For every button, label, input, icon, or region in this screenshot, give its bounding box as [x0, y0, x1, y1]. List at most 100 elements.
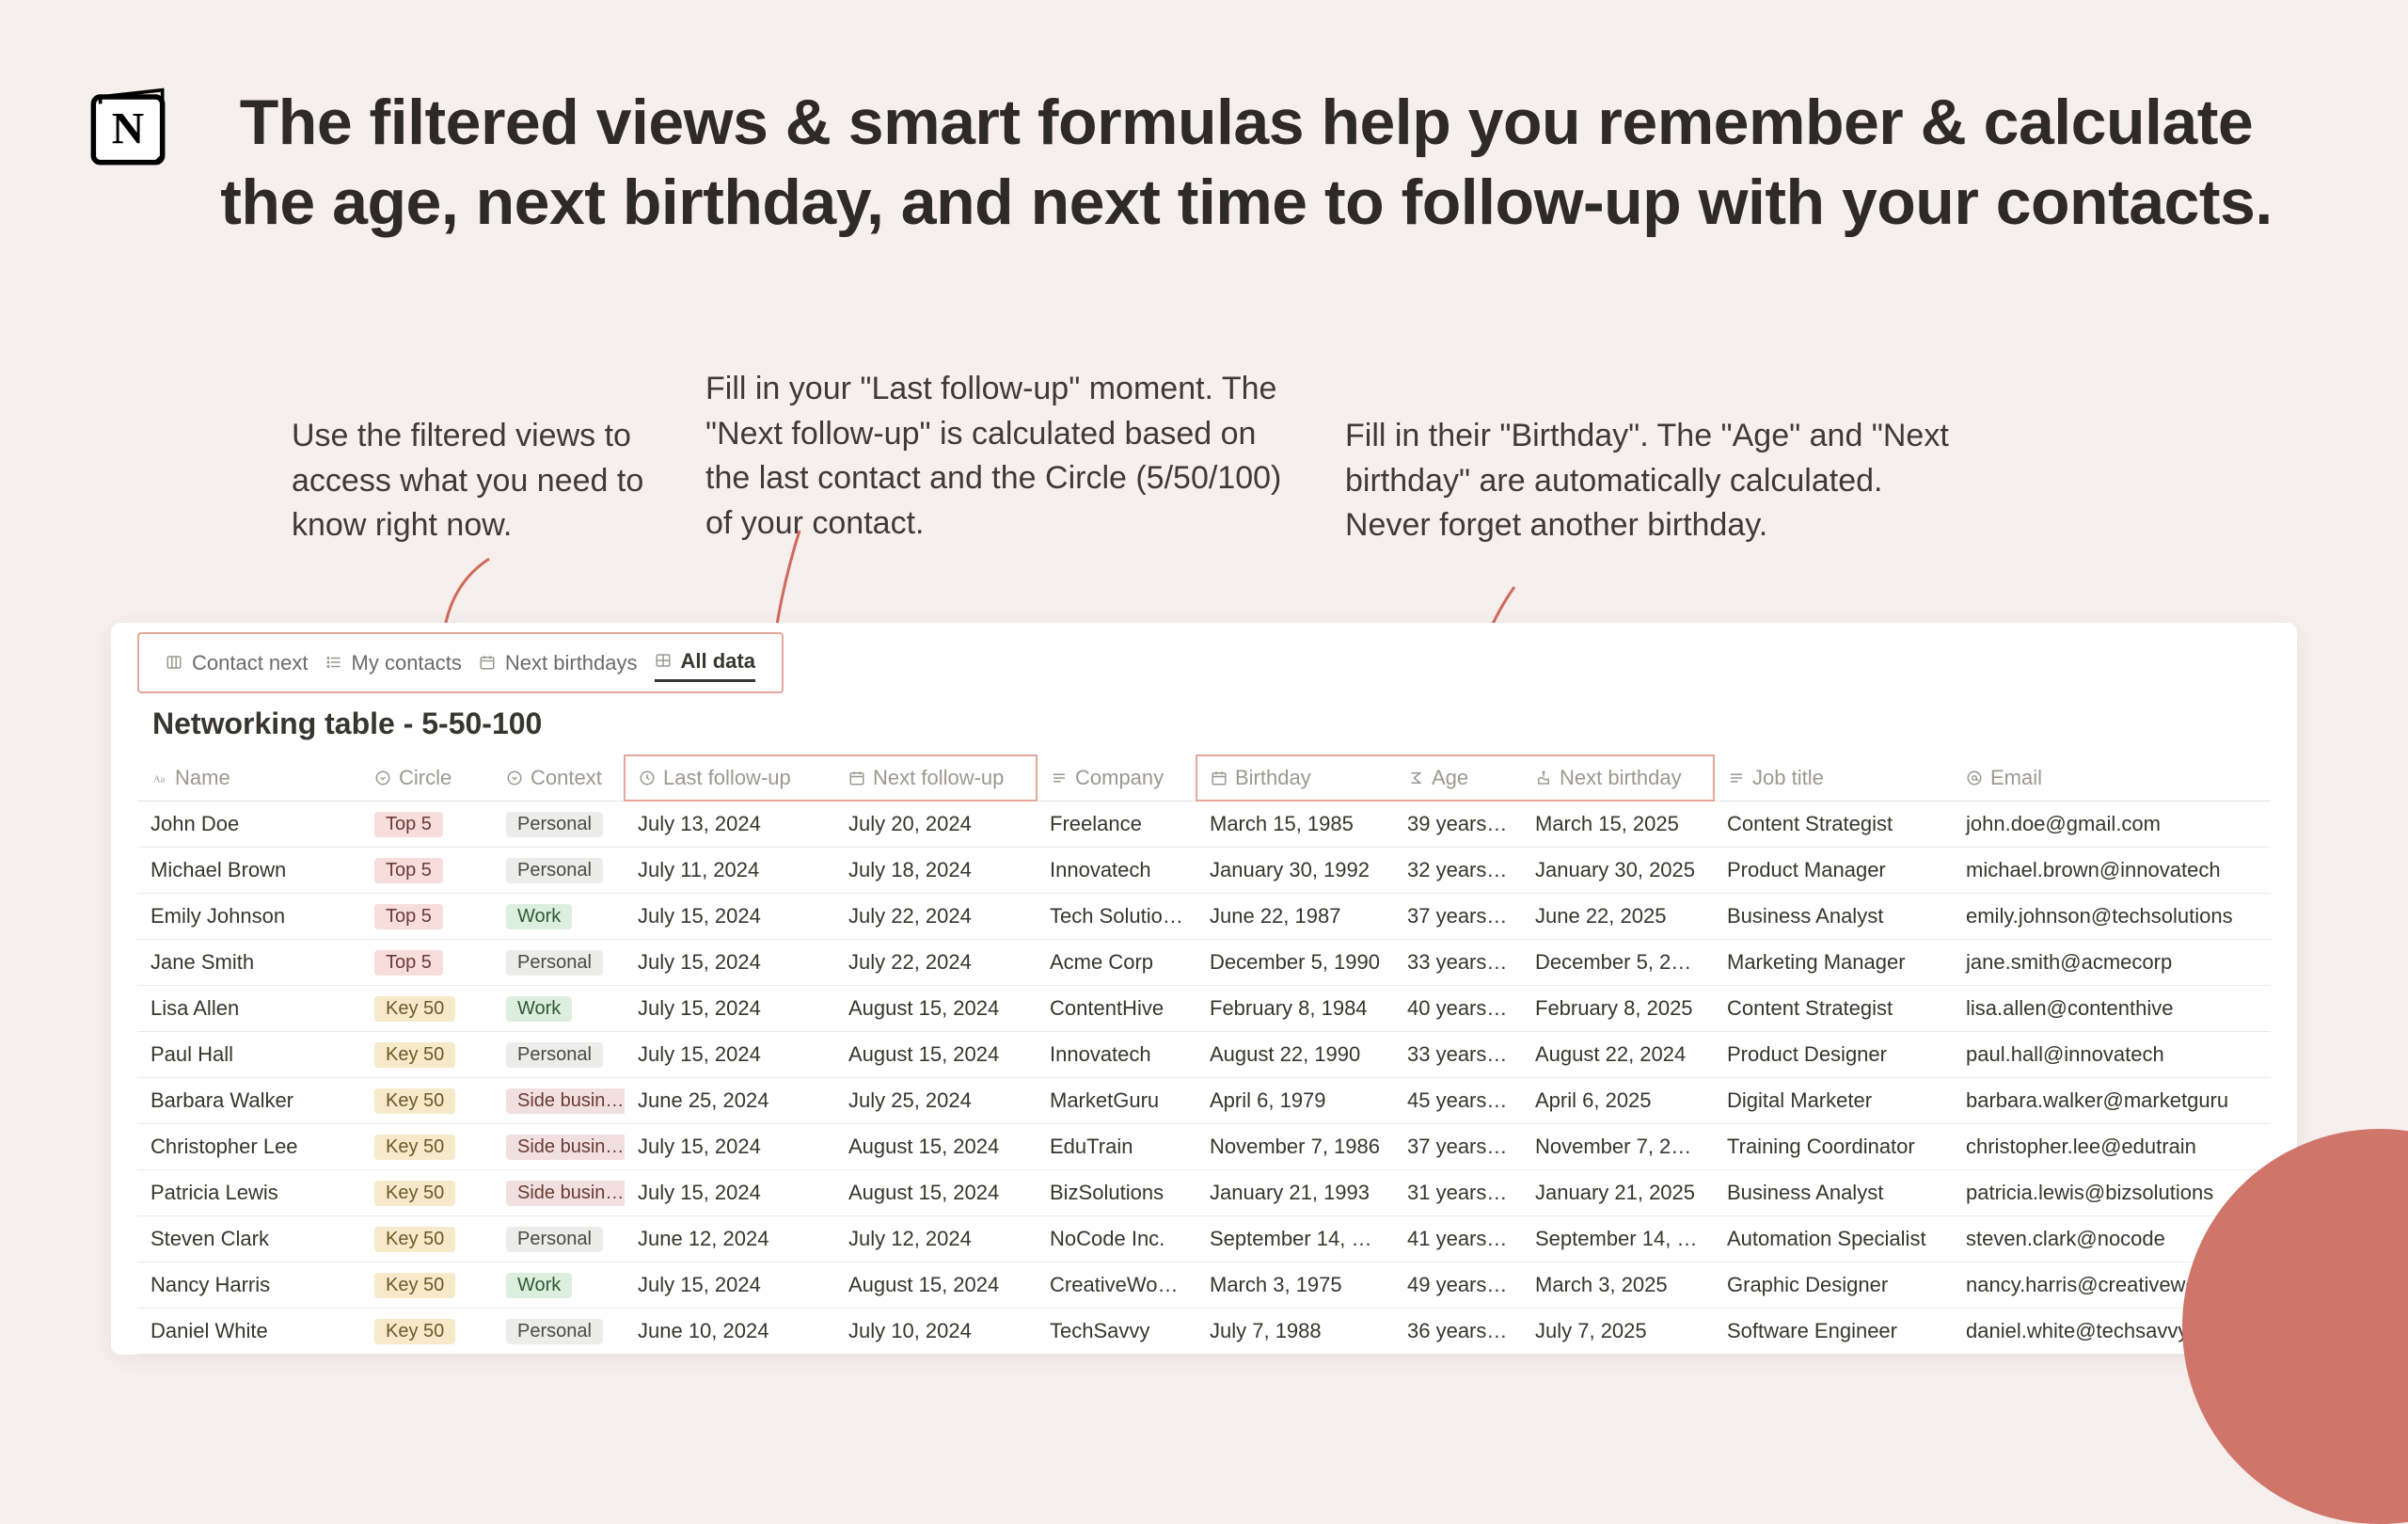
column-header-next_fu[interactable]: Next follow-up	[835, 755, 1037, 801]
tab-my-contacts[interactable]: My contacts	[325, 649, 462, 682]
cell-next_bday[interactable]: August 22, 2024	[1522, 1031, 1714, 1077]
cell-last_fu[interactable]: July 15, 2024	[625, 939, 835, 985]
cell-name[interactable]: Michael Brown	[137, 847, 361, 893]
cell-next_fu[interactable]: August 15, 2024	[835, 1031, 1037, 1077]
cell-company[interactable]: ContentHive	[1037, 985, 1196, 1031]
cell-company[interactable]: CreativeWorks	[1037, 1262, 1196, 1308]
cell-name[interactable]: Steven Clark	[137, 1215, 361, 1262]
cell-context[interactable]: Side busin…	[493, 1169, 625, 1215]
cell-next_bday[interactable]: November 7, 2024	[1522, 1123, 1714, 1169]
cell-last_fu[interactable]: June 25, 2024	[625, 1077, 835, 1123]
column-header-circle[interactable]: Circle	[361, 755, 493, 801]
cell-company[interactable]: Acme Corp	[1037, 939, 1196, 985]
cell-name[interactable]: Lisa Allen	[137, 985, 361, 1031]
cell-next_fu[interactable]: July 25, 2024	[835, 1077, 1037, 1123]
cell-company[interactable]: BizSolutions	[1037, 1169, 1196, 1215]
column-header-next_bday[interactable]: Next birthday	[1522, 755, 1714, 801]
cell-circle[interactable]: Key 50	[361, 1077, 493, 1123]
cell-birthday[interactable]: December 5, 1990	[1196, 939, 1394, 985]
cell-email[interactable]: jane.smith@acmecorp	[1953, 939, 2271, 985]
cell-company[interactable]: Innovatech	[1037, 847, 1196, 893]
cell-last_fu[interactable]: July 15, 2024	[625, 893, 835, 939]
cell-next_fu[interactable]: August 15, 2024	[835, 985, 1037, 1031]
cell-circle[interactable]: Top 5	[361, 893, 493, 939]
cell-next_fu[interactable]: August 15, 2024	[835, 1169, 1037, 1215]
table-row[interactable]: Nancy HarrisKey 50WorkJuly 15, 2024Augus…	[137, 1262, 2271, 1308]
cell-last_fu[interactable]: June 10, 2024	[625, 1308, 835, 1354]
cell-job[interactable]: Product Designer	[1714, 1031, 1953, 1077]
cell-job[interactable]: Business Analyst	[1714, 893, 1953, 939]
cell-age[interactable]: 49 years 🎂	[1394, 1262, 1522, 1308]
cell-context[interactable]: Work	[493, 985, 625, 1031]
cell-email[interactable]: paul.hall@innovatech	[1953, 1031, 2271, 1077]
cell-circle[interactable]: Top 5	[361, 939, 493, 985]
cell-age[interactable]: 31 years 🎂	[1394, 1169, 1522, 1215]
cell-birthday[interactable]: March 3, 1975	[1196, 1262, 1394, 1308]
cell-birthday[interactable]: July 7, 1988	[1196, 1308, 1394, 1354]
table-row[interactable]: Barbara WalkerKey 50Side busin…June 25, …	[137, 1077, 2271, 1123]
cell-birthday[interactable]: September 14, 1982	[1196, 1215, 1394, 1262]
cell-birthday[interactable]: January 30, 1992	[1196, 847, 1394, 893]
cell-last_fu[interactable]: June 12, 2024	[625, 1215, 835, 1262]
column-header-last_fu[interactable]: Last follow-up	[625, 755, 835, 801]
cell-circle[interactable]: Top 5	[361, 847, 493, 893]
cell-context[interactable]: Personal	[493, 1308, 625, 1354]
cell-next_bday[interactable]: March 15, 2025	[1522, 801, 1714, 847]
cell-name[interactable]: Paul Hall	[137, 1031, 361, 1077]
cell-last_fu[interactable]: July 15, 2024	[625, 1031, 835, 1077]
cell-company[interactable]: Freelance	[1037, 801, 1196, 847]
column-header-email[interactable]: Email	[1953, 755, 2271, 801]
cell-job[interactable]: Business Analyst	[1714, 1169, 1953, 1215]
cell-age[interactable]: 40 years 🎂	[1394, 985, 1522, 1031]
cell-circle[interactable]: Key 50	[361, 1123, 493, 1169]
table-row[interactable]: Paul HallKey 50PersonalJuly 15, 2024Augu…	[137, 1031, 2271, 1077]
cell-context[interactable]: Personal	[493, 801, 625, 847]
cell-next_bday[interactable]: March 3, 2025	[1522, 1262, 1714, 1308]
cell-email[interactable]: john.doe@gmail.com	[1953, 801, 2271, 847]
cell-job[interactable]: Content Strategist	[1714, 985, 1953, 1031]
cell-email[interactable]: michael.brown@innovatech	[1953, 847, 2271, 893]
cell-last_fu[interactable]: July 15, 2024	[625, 1169, 835, 1215]
cell-next_bday[interactable]: February 8, 2025	[1522, 985, 1714, 1031]
table-row[interactable]: Lisa AllenKey 50WorkJuly 15, 2024August …	[137, 985, 2271, 1031]
cell-name[interactable]: Barbara Walker	[137, 1077, 361, 1123]
cell-birthday[interactable]: April 6, 1979	[1196, 1077, 1394, 1123]
table-row[interactable]: Christopher LeeKey 50Side busin…July 15,…	[137, 1123, 2271, 1169]
cell-company[interactable]: EduTrain	[1037, 1123, 1196, 1169]
table-row[interactable]: Michael BrownTop 5PersonalJuly 11, 2024J…	[137, 847, 2271, 893]
column-header-company[interactable]: Company	[1037, 755, 1196, 801]
cell-age[interactable]: 37 years 🎂	[1394, 1123, 1522, 1169]
column-header-context[interactable]: Context	[493, 755, 625, 801]
tab-all-data[interactable]: All data	[655, 649, 755, 682]
cell-name[interactable]: Jane Smith	[137, 939, 361, 985]
cell-context[interactable]: Work	[493, 893, 625, 939]
cell-next_bday[interactable]: April 6, 2025	[1522, 1077, 1714, 1123]
cell-email[interactable]: lisa.allen@contenthive	[1953, 985, 2271, 1031]
cell-company[interactable]: NoCode Inc.	[1037, 1215, 1196, 1262]
cell-company[interactable]: MarketGuru	[1037, 1077, 1196, 1123]
cell-circle[interactable]: Top 5	[361, 801, 493, 847]
cell-name[interactable]: Daniel White	[137, 1308, 361, 1354]
cell-age[interactable]: 36 years 🎂	[1394, 1308, 1522, 1354]
cell-company[interactable]: TechSavvy	[1037, 1308, 1196, 1354]
column-header-birthday[interactable]: Birthday	[1196, 755, 1394, 801]
column-header-name[interactable]: AaName	[137, 755, 361, 801]
cell-last_fu[interactable]: July 15, 2024	[625, 985, 835, 1031]
cell-job[interactable]: Automation Specialist	[1714, 1215, 1953, 1262]
cell-circle[interactable]: Key 50	[361, 985, 493, 1031]
cell-circle[interactable]: Key 50	[361, 1215, 493, 1262]
cell-job[interactable]: Content Strategist	[1714, 801, 1953, 847]
cell-email[interactable]: emily.johnson@techsolutions	[1953, 893, 2271, 939]
cell-context[interactable]: Personal	[493, 939, 625, 985]
cell-last_fu[interactable]: July 11, 2024	[625, 847, 835, 893]
table-row[interactable]: Emily JohnsonTop 5WorkJuly 15, 2024July …	[137, 893, 2271, 939]
cell-job[interactable]: Digital Marketer	[1714, 1077, 1953, 1123]
cell-name[interactable]: John Doe	[137, 801, 361, 847]
cell-context[interactable]: Personal	[493, 1031, 625, 1077]
cell-job[interactable]: Training Coordinator	[1714, 1123, 1953, 1169]
cell-next_bday[interactable]: September 14, 2024	[1522, 1215, 1714, 1262]
cell-age[interactable]: 39 years 🎂	[1394, 801, 1522, 847]
cell-next_bday[interactable]: July 7, 2025	[1522, 1308, 1714, 1354]
cell-name[interactable]: Emily Johnson	[137, 893, 361, 939]
table-row[interactable]: Jane SmithTop 5PersonalJuly 15, 2024July…	[137, 939, 2271, 985]
